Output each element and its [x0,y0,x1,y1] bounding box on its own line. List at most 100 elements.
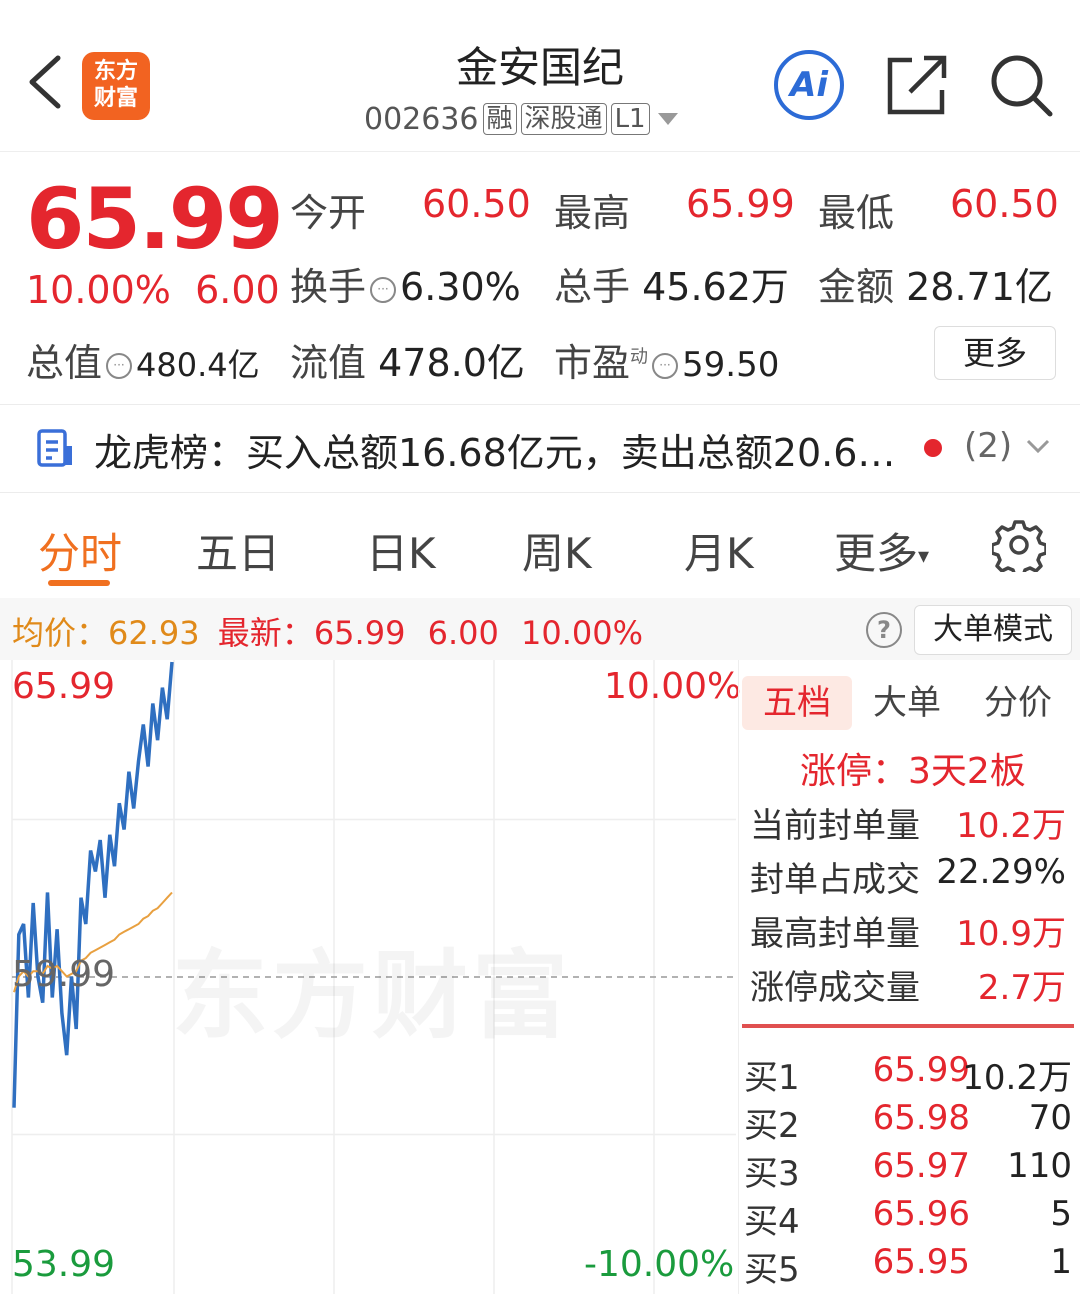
bid-level-label: 买4 [744,1202,800,1242]
high-label: 最高 [554,191,631,235]
mktcap-label: 总值 [26,341,103,385]
stock-code: 002636 [364,101,479,137]
float-label: 流值 [290,341,367,385]
y-axis-bottom-label: 53.99 [12,1244,116,1285]
open-value: 60.50 [422,182,531,226]
seal-stat-label: 当前封单量 [750,806,920,846]
big-order-mode-button[interactable]: 大单模式 [914,605,1072,655]
tab-five-day[interactable]: 五日 [196,520,280,581]
tab-weekly-k[interactable]: 周K [522,520,592,581]
mktcap-field[interactable]: 总值 ··· 480.4亿 [26,332,260,387]
latest-change: 6.00 [427,614,499,652]
turnover-value: 6.30% [400,265,521,309]
float-value: 478.0亿 [378,341,525,385]
seal-stat-label: 最高封单量 [750,914,920,954]
high-field: 最高 [554,182,630,237]
price-change: 10.00% 6.00 [26,268,280,312]
bid-price: 65.97 [872,1146,970,1186]
pe-value: 59.50 [682,345,780,385]
y-axis-top-label: 65.99 [12,666,116,707]
seal-stat-value: 22.29% [936,852,1066,892]
change-percent: 10.00% [26,268,171,312]
low-label: 最低 [818,191,895,235]
amount-field: 金额 28.71亿 [818,256,1053,311]
open-label: 今开 [290,191,367,235]
tab-big-order[interactable]: 大单 [852,676,962,730]
top-bar: 东方 财富 金安国纪 002636 融 深股通 L1 Ai [0,0,1080,152]
divider [0,404,1080,405]
bid-price: 65.96 [872,1194,970,1234]
pe-field[interactable]: 市盈动 ··· 59.50 [554,332,779,387]
stock-code-row[interactable]: 002636 融 深股通 L1 [364,100,682,138]
bid-volume: 1 [1050,1242,1072,1282]
info-dots-icon: ··· [370,276,397,303]
volume-label: 总手 [554,265,631,309]
watermark: 东方财富 [172,918,572,1057]
seal-stat-value: 10.9万 [956,914,1066,954]
tab-more[interactable]: 更多▾ [834,520,929,581]
bid-level-label: 买2 [744,1106,800,1146]
open-field: 今开 [290,182,366,237]
unread-dot [924,439,942,457]
bid-level-label: 买1 [744,1058,800,1098]
info-dots-icon: ··· [106,352,133,379]
bid-volume: 70 [1028,1098,1072,1138]
seal-stat-label: 封单占成交 [750,860,920,900]
bid-price: 65.95 [872,1242,970,1282]
tab-intraday[interactable]: 分时 [38,520,122,581]
help-icon[interactable]: ? [866,612,902,648]
share-icon[interactable] [886,52,950,116]
volume-value: 45.62万 [642,265,789,309]
low-field: 最低 [818,182,894,237]
seal-stat-value: 2.7万 [977,968,1066,1008]
seal-stat-label: 涨停成交量 [750,968,920,1008]
amount-value: 28.71亿 [906,265,1053,309]
volume-field: 总手 45.62万 [554,256,789,311]
turnover-field[interactable]: 换手 ··· 6.30% [290,256,521,311]
y-axis-prev-close-label: 59.99 [12,954,116,995]
limit-up-streak: 涨停：3天2板 [800,751,1026,792]
low-value: 60.50 [950,182,1059,226]
pe-label: 市盈 [554,341,631,385]
report-icon [37,429,72,467]
dragon-tiger-summary[interactable]: 龙虎榜：买入总额16.68亿元，卖出总额20.6… [94,422,895,477]
current-price: 65.99 [26,170,284,268]
price-line [12,661,174,1108]
latest-label: 最新： [217,614,314,652]
bid-price: 65.98 [872,1098,970,1138]
intraday-info-text: 均价：62.93 最新：65.99 6.00 10.00% [12,608,643,654]
change-amount: 6.00 [195,268,280,312]
bid-level-label: 买3 [744,1154,800,1194]
latest-value: 65.99 [313,614,406,652]
tab-more-label: 更多 [834,529,919,578]
mktcap-value: 480.4亿 [136,346,260,384]
tab-daily-k[interactable]: 日K [366,520,436,581]
dragon-tiger-count: (2) [964,426,1013,466]
search-icon[interactable] [988,52,1054,118]
pct-top-label: 10.00% [604,666,742,707]
tab-monthly-k[interactable]: 月K [684,520,754,581]
bid-ask-divider [742,1024,1074,1028]
amount-label: 金额 [818,265,895,309]
avg-value: 62.93 [108,614,200,652]
divider [0,492,1080,493]
ai-assistant-icon[interactable]: Ai [774,50,844,120]
tab-price-distribution[interactable]: 分价 [962,676,1074,730]
turnover-label: 换手 [290,265,367,309]
more-quote-button[interactable]: 更多 [934,326,1056,380]
bid-price: 65.99 [872,1050,970,1090]
tab-five-level[interactable]: 五档 [742,676,852,730]
chevron-down-icon[interactable] [1024,436,1052,456]
float-field: 流值 478.0亿 [290,332,525,387]
bid-volume: 110 [1007,1146,1072,1186]
high-value: 65.99 [686,182,795,226]
margin-tag: 融 [482,103,517,135]
connect-tag: 深股通 [520,103,607,135]
level-tag: L1 [610,103,650,135]
active-tab-indicator [48,580,110,586]
pct-bottom-label: -10.00% [584,1244,735,1285]
dropdown-triangle-icon[interactable] [654,109,682,129]
info-dots-icon: ··· [652,352,679,379]
settings-gear-icon[interactable] [992,518,1046,572]
pe-dynamic-mark: 动 [630,346,649,368]
